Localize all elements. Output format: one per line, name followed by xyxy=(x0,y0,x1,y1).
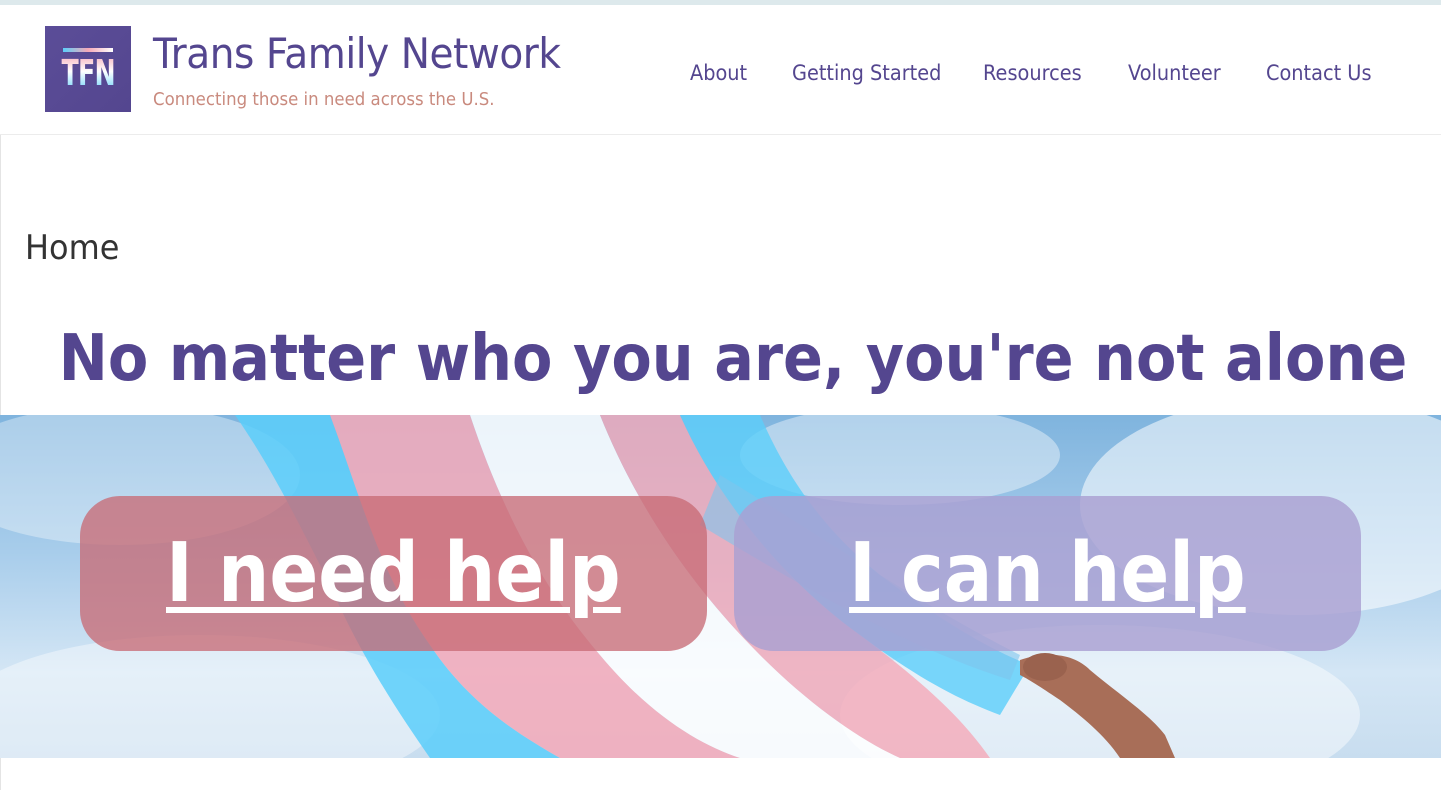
site-tagline: Connecting those in need across the U.S. xyxy=(153,89,495,110)
i-can-help-label: I can help xyxy=(849,526,1246,621)
breadcrumb: Home xyxy=(25,228,120,268)
site-logo[interactable]: TFN xyxy=(45,26,131,112)
main-nav: About Getting Started Resources Voluntee… xyxy=(690,61,1381,91)
nav-item-resources[interactable]: Resources xyxy=(983,61,1082,85)
logo-text: TFN xyxy=(61,52,115,94)
site-title[interactable]: Trans Family Network xyxy=(153,29,561,78)
nav-item-volunteer[interactable]: Volunteer xyxy=(1128,61,1221,85)
i-need-help-button[interactable]: I need help xyxy=(80,496,707,651)
logo-flag-bar xyxy=(63,48,113,52)
page-headline: No matter who you are, you're not alone xyxy=(0,322,1441,396)
i-can-help-button[interactable]: I can help xyxy=(734,496,1361,651)
site-header: TFN Trans Family Network Connecting thos… xyxy=(0,5,1441,135)
i-need-help-label: I need help xyxy=(166,526,621,621)
hero-banner: I need help I can help xyxy=(0,415,1441,758)
nav-item-getting-started[interactable]: Getting Started xyxy=(792,61,941,85)
nav-item-contact-us[interactable]: Contact Us xyxy=(1266,61,1372,85)
nav-item-about[interactable]: About xyxy=(690,61,747,85)
headline-text: No matter who you are, you're not alone xyxy=(58,322,1408,396)
